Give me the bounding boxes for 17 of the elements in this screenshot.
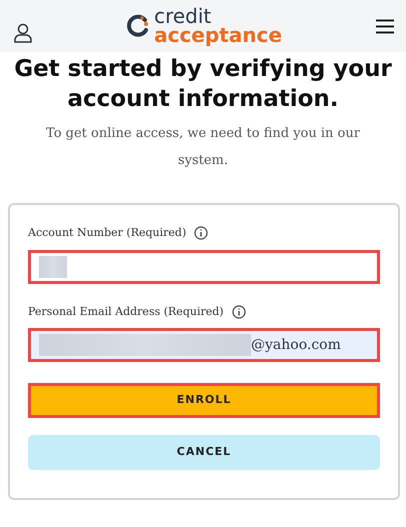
field-label: Account Number (Required) bbox=[28, 225, 186, 241]
logo-icon bbox=[126, 14, 150, 38]
intro-text: To get online access, we need to find you in our system. bbox=[45, 125, 361, 170]
info-icon[interactable] bbox=[194, 226, 208, 240]
cancel-button[interactable]: CANCEL bbox=[28, 435, 380, 470]
logo-text: credit bbox=[154, 8, 212, 24]
redaction-block bbox=[39, 256, 67, 278]
input-field[interactable] bbox=[28, 250, 380, 284]
user-icon[interactable] bbox=[14, 23, 32, 43]
page-heading: Get started by verifying your account information. bbox=[14, 55, 392, 114]
field-value: @yahoo.com bbox=[251, 336, 341, 354]
field-label: Personal Email Address (Required) bbox=[28, 304, 224, 320]
enroll-button[interactable]: ENROLL bbox=[28, 383, 380, 418]
input-field[interactable]: @yahoo.com bbox=[28, 328, 380, 362]
info-icon[interactable] bbox=[232, 304, 246, 319]
menu-icon[interactable] bbox=[376, 18, 394, 34]
logo-text: acceptance bbox=[154, 24, 282, 44]
